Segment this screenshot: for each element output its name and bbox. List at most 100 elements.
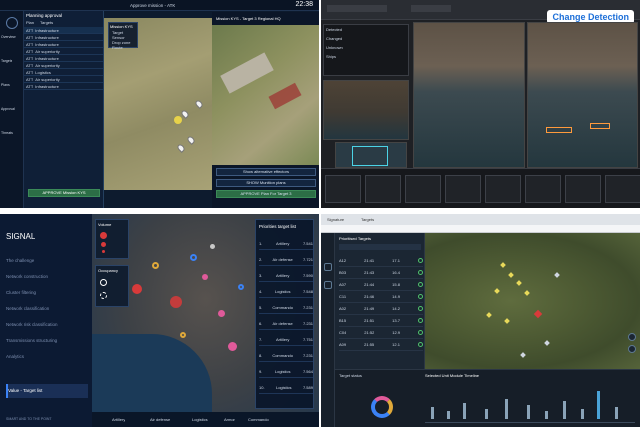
timeline-bar[interactable]: [447, 411, 450, 419]
zoom-in-icon[interactable]: [628, 333, 636, 341]
list-item[interactable]: Changed: [324, 34, 408, 43]
list-item[interactable]: Detected: [324, 25, 408, 34]
toolbar-icons[interactable]: [327, 5, 387, 12]
menu-item[interactable]: Cluster filtering: [6, 286, 88, 300]
thumbnail[interactable]: [485, 175, 521, 203]
list-item[interactable]: ATT Air superiority: [24, 76, 103, 83]
donut-chart[interactable]: [371, 396, 393, 418]
menu-item[interactable]: Transmissions structuring: [6, 334, 88, 348]
list-item[interactable]: ATT Infrastructure: [24, 83, 103, 90]
unit-marker-icon[interactable]: [544, 340, 550, 346]
target-marker-icon[interactable]: [202, 274, 208, 280]
thumbnail[interactable]: [565, 175, 601, 203]
tab-targets[interactable]: Targets: [40, 20, 53, 25]
legend-air-defense[interactable]: Air defense: [150, 417, 170, 422]
side-item-threats[interactable]: Threats: [1, 131, 13, 135]
timeline-bar-selected[interactable]: [597, 391, 600, 419]
home-icon[interactable]: [6, 17, 18, 29]
side-nav[interactable]: [321, 233, 335, 427]
menu-item[interactable]: Network construction: [6, 270, 88, 284]
timeline-bar[interactable]: [463, 403, 466, 419]
unit-marker-icon[interactable]: [520, 352, 526, 358]
timeline-bar[interactable]: [431, 407, 434, 419]
unit-marker-icon[interactable]: [500, 262, 506, 268]
list-item[interactable]: ATT Infrastructure: [24, 41, 103, 48]
zoom-out-icon[interactable]: [628, 345, 636, 353]
unit-marker-icon[interactable]: [504, 318, 510, 324]
nav-icon[interactable]: [324, 263, 332, 271]
list-item[interactable]: Ships: [324, 52, 408, 61]
show-munition-plans-button[interactable]: SHOW Munition plans: [216, 179, 316, 187]
table-row[interactable]: C04 21:52 12.9: [339, 327, 423, 339]
approve-mission-button[interactable]: APPROVE Mission KYS: [28, 189, 100, 197]
show-alternative-effectors-button[interactable]: Show alternative effectors: [216, 168, 316, 176]
browser-tab[interactable]: Targets: [361, 217, 374, 222]
legend-commando[interactable]: Commando: [248, 417, 269, 422]
table-row[interactable]: A12 21:41 17.1: [339, 255, 423, 267]
thumbnail[interactable]: [365, 175, 401, 203]
target-marker-icon[interactable]: [170, 296, 182, 308]
timeline-bar[interactable]: [563, 401, 566, 419]
target-marker-icon[interactable]: [210, 244, 215, 249]
unit-marker-icon[interactable]: [486, 312, 492, 318]
menu-item[interactable]: Network classification: [6, 302, 88, 316]
table-row[interactable]: 9. Logistics 7.564: [259, 366, 313, 378]
unit-marker-icon[interactable]: [524, 290, 530, 296]
table-row[interactable]: 2. Air defense 7.721: [259, 254, 313, 266]
menu-item[interactable]: Network risk classification: [6, 318, 88, 332]
map-pin-icon[interactable]: [186, 135, 196, 145]
timeline-bar[interactable]: [505, 399, 508, 419]
target-marker-icon[interactable]: [174, 116, 182, 124]
thumbnail[interactable]: [445, 175, 481, 203]
timeline-bar[interactable]: [545, 411, 548, 419]
table-row[interactable]: 8. Commando 7.231: [259, 350, 313, 362]
table-row[interactable]: 10. Logistics 7.589: [259, 382, 313, 394]
target-marker-icon[interactable]: [180, 332, 186, 338]
thumbnail[interactable]: [525, 175, 561, 203]
list-item[interactable]: ATT Logistics: [24, 69, 103, 76]
table-row[interactable]: 5. Commando 7.231: [259, 302, 313, 314]
nav-icon[interactable]: [324, 281, 332, 289]
map-pin-icon[interactable]: [176, 143, 186, 153]
list-item[interactable]: Unknown: [324, 43, 408, 52]
change-box[interactable]: [590, 123, 610, 129]
legend-artillery[interactable]: Artillery: [112, 417, 125, 422]
unit-marker-icon[interactable]: [554, 272, 560, 278]
thumbnail[interactable]: [605, 175, 640, 203]
browser-tab[interactable]: Signature: [327, 217, 344, 222]
table-row[interactable]: 6. Air defense 7.231: [259, 318, 313, 330]
change-box[interactable]: [546, 127, 572, 133]
side-nav[interactable]: Overview Targets Plans Approval Threats: [0, 11, 24, 208]
map-target-detail[interactable]: [212, 25, 319, 165]
list-item[interactable]: ATT Infrastructure: [24, 55, 103, 62]
table-row[interactable]: B15 21:51 13.7: [339, 315, 423, 327]
table-row[interactable]: A02 21:49 14.2: [339, 303, 423, 315]
viewport-frame[interactable]: [352, 146, 388, 166]
address-bar[interactable]: [321, 225, 640, 233]
satellite-image-before[interactable]: [413, 22, 525, 168]
priority-target-icon[interactable]: [533, 309, 543, 319]
timeline-bar[interactable]: [485, 409, 488, 419]
menu-item[interactable]: The challenge: [6, 254, 88, 268]
footer-link[interactable]: SMART AND TO THE POINT: [6, 417, 52, 421]
target-marker-icon[interactable]: [228, 342, 237, 351]
thumbnail[interactable]: [405, 175, 441, 203]
side-item-plans[interactable]: Plans: [1, 83, 10, 87]
menu-item-active[interactable]: Value - Target list: [6, 384, 88, 398]
legend-logistics[interactable]: Logistics: [192, 417, 208, 422]
table-row[interactable]: 1. Artillery 7.541: [259, 238, 313, 250]
side-item-overview[interactable]: Overview: [1, 35, 16, 39]
filter-field[interactable]: [339, 244, 421, 250]
satellite-image-after[interactable]: [527, 22, 638, 168]
unit-marker-icon[interactable]: [516, 280, 522, 286]
thumbnail[interactable]: [325, 175, 361, 203]
list-item[interactable]: ATT Infrastructure: [24, 34, 103, 41]
timeline-bar[interactable]: [615, 407, 618, 419]
table-row[interactable]: 4. Logistics 7.548: [259, 286, 313, 298]
map-overview[interactable]: Mission KYS Target Sensor Drop zone Rout…: [104, 18, 212, 190]
overview-image[interactable]: [323, 80, 409, 140]
table-row[interactable]: B03 21:43 16.4: [339, 267, 423, 279]
target-marker-icon[interactable]: [238, 284, 244, 290]
approve-plan-button[interactable]: APPROVE Plan For Target 3: [216, 190, 316, 198]
target-marker-icon[interactable]: [190, 254, 197, 261]
